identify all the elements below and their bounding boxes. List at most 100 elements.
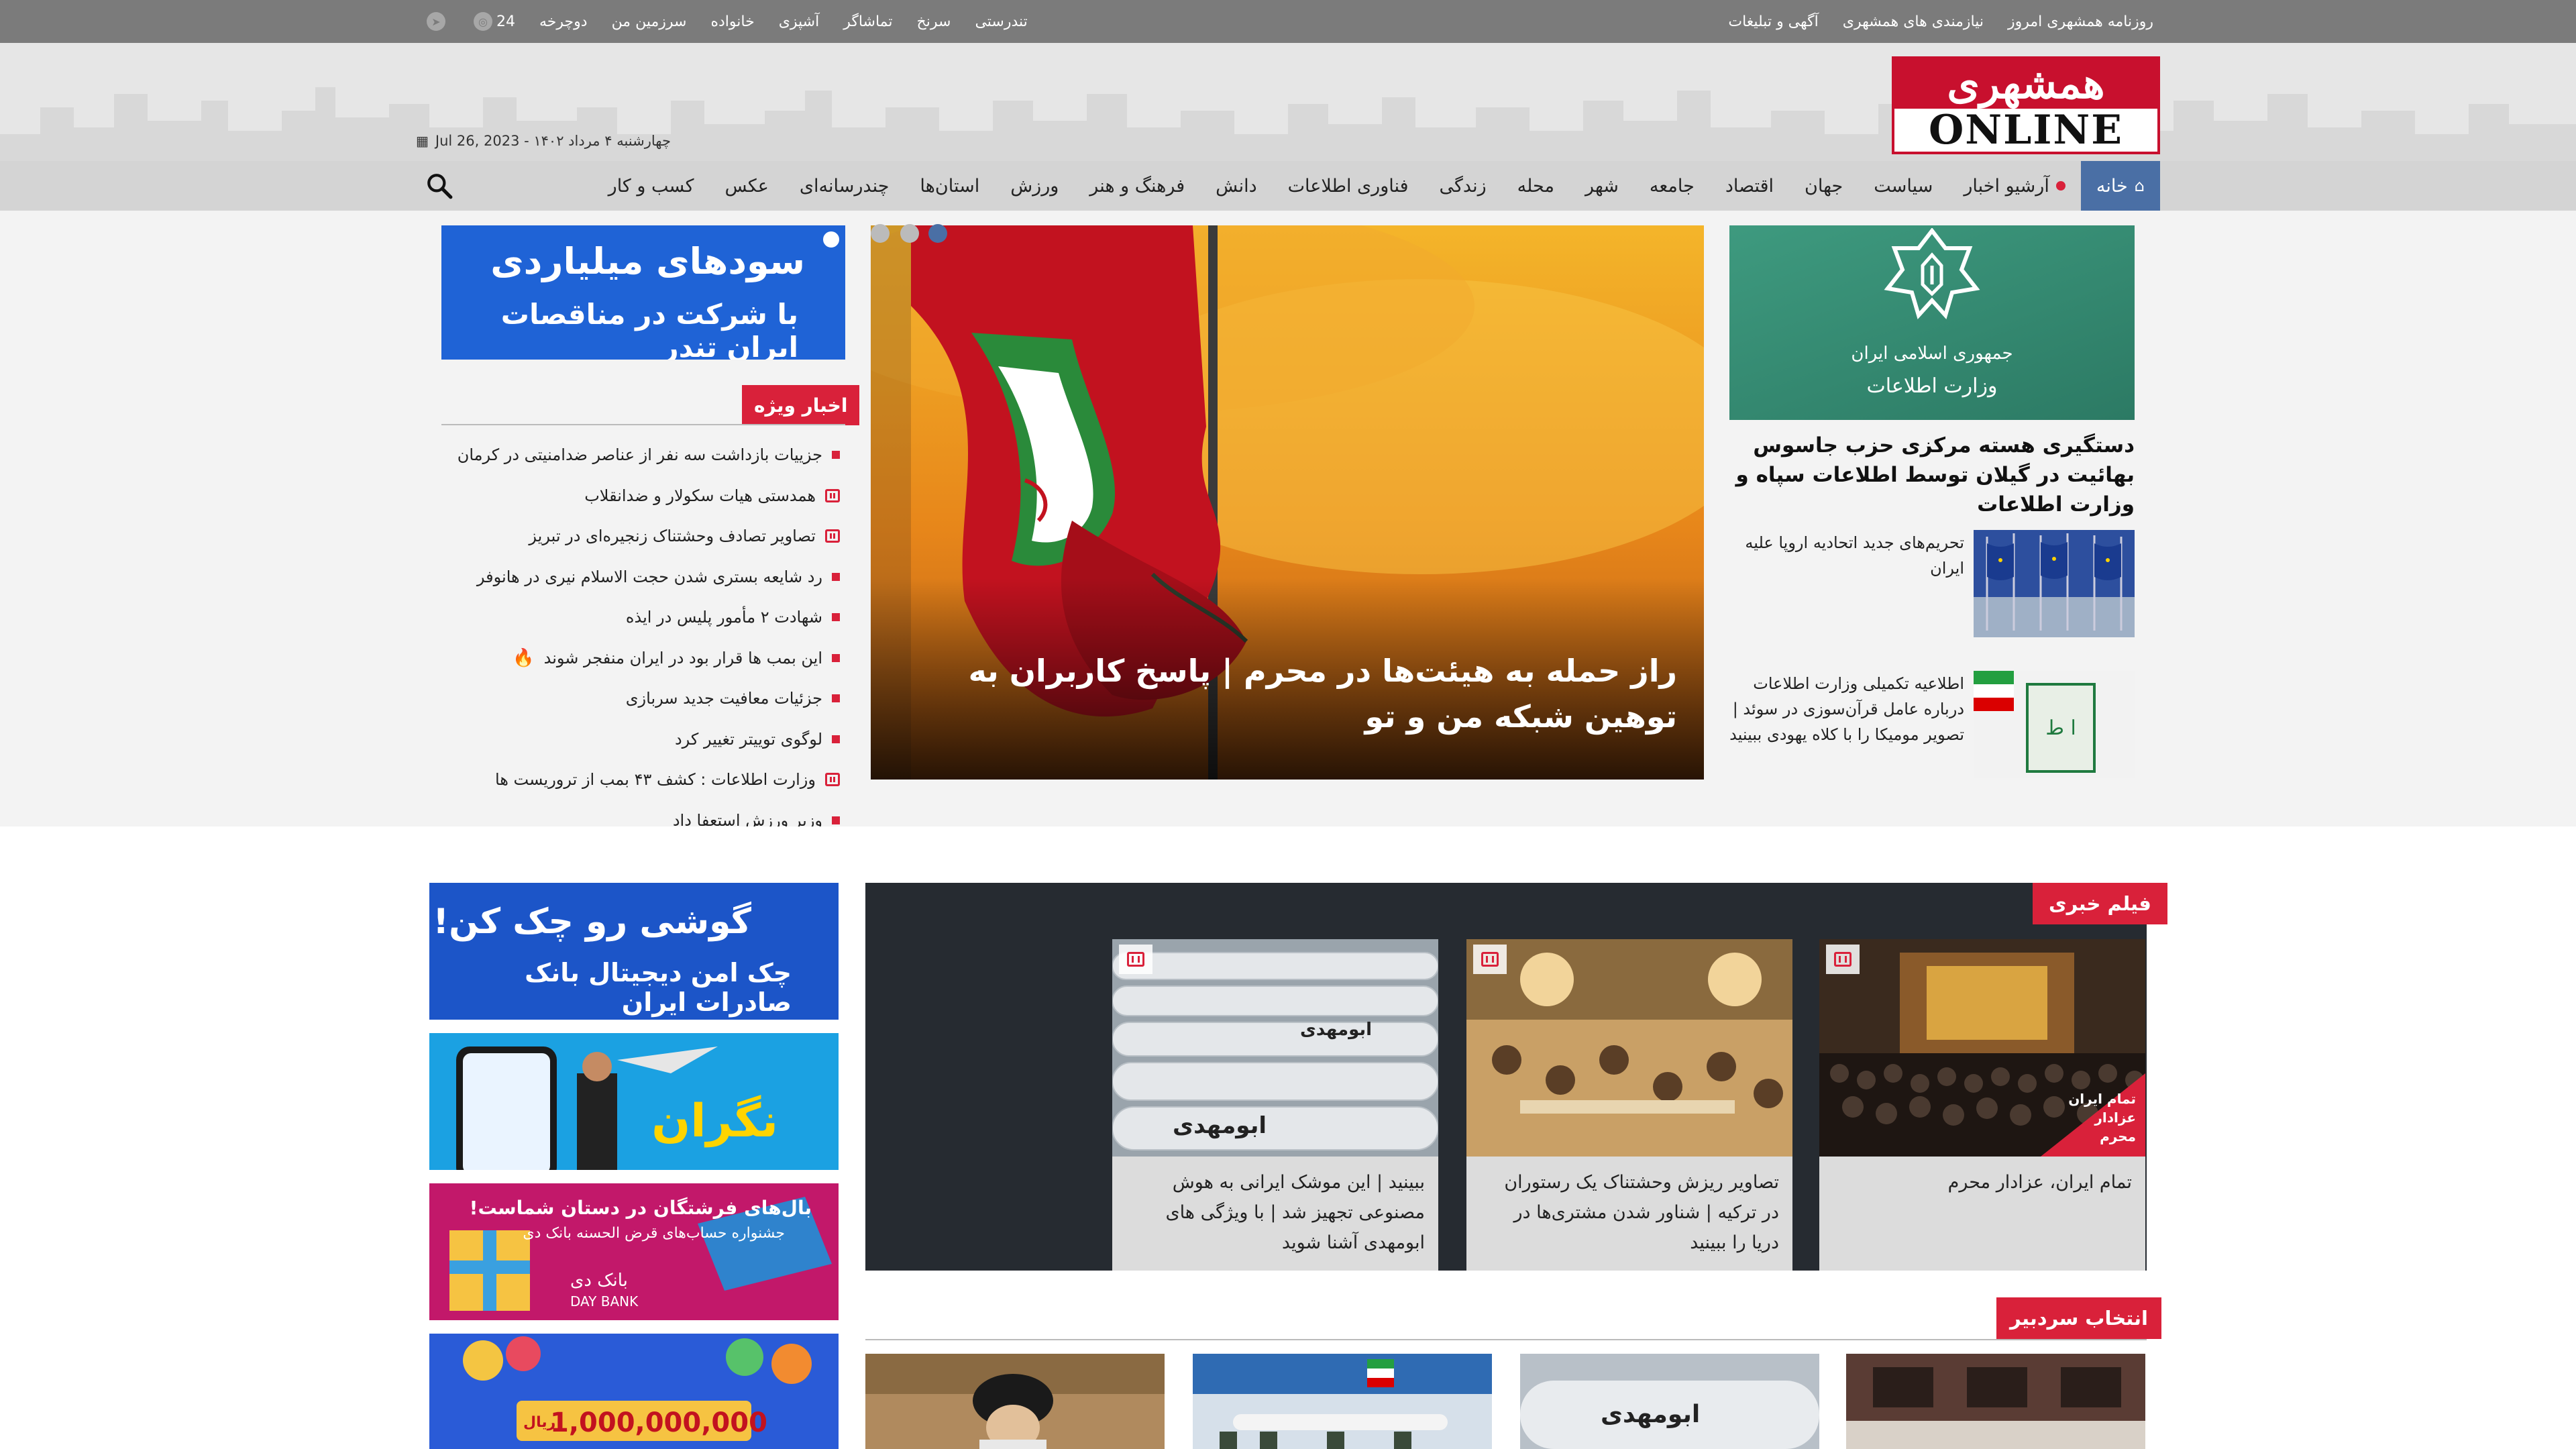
slider-dot-1[interactable] (928, 224, 947, 243)
nav-sport[interactable]: ورزش (995, 161, 1074, 211)
list-item-text: شهادت ۲ مأمور پلیس در ایذه (625, 608, 822, 627)
editors-choice-thumb[interactable] (865, 1354, 1165, 1449)
video-icon (1119, 945, 1152, 974)
telegram-icon[interactable]: ➤ (427, 12, 445, 31)
list-item-text: وزارت اطلاعات : کشف ۴۳ بمب از تروریست ها (494, 770, 816, 790)
nav-economy[interactable]: اقتصاد (1710, 161, 1789, 211)
nav-neighborhood[interactable]: محله (1502, 161, 1570, 211)
nav-items: ⌂ خانه آرشیو اخبار سیاست جهان اقتصاد جام… (593, 161, 2160, 211)
top-link-cooking[interactable]: آشپزی (779, 13, 820, 30)
video-thumbnail[interactable]: ابومهدی ابومهدی (1112, 939, 1438, 1157)
nav-label: خانه (2096, 175, 2128, 197)
slider-dot-3[interactable] (871, 224, 890, 243)
list-item[interactable]: تصاویر تصادف وحشتناک زنجیره‌ای در تبریز (441, 516, 845, 557)
ad-banner-app[interactable]: نگران (429, 1033, 839, 1170)
hero-slider[interactable]: راز حمله به هیئت‌ها در محرم | پاسخ کاربر… (871, 225, 1704, 780)
lead-story-image[interactable]: جمهوری اسلامی ایران وزارت اطلاعات (1729, 225, 2135, 420)
hero-title[interactable]: راز حمله به هیئت‌ها در محرم | پاسخ کاربر… (899, 648, 1677, 739)
nav-culture[interactable]: فرهنگ و هنر (1074, 161, 1200, 211)
top-link-family[interactable]: خانواده (710, 13, 754, 30)
side-story-image[interactable]: ا ط (1974, 671, 2135, 778)
lead-story[interactable]: جمهوری اسلامی ایران وزارت اطلاعات دستگیر… (1729, 225, 2135, 519)
side-story-image[interactable] (1974, 530, 2135, 637)
lead-image-text-1: جمهوری اسلامی ایران (1851, 343, 2013, 364)
list-item[interactable]: لوگوی توییتر تغییر کرد (441, 719, 845, 760)
top-link-my-land[interactable]: سرزمین من (612, 13, 687, 30)
nav-archive[interactable]: آرشیو اخبار (1948, 161, 2080, 211)
list-item[interactable]: وزارت اطلاعات : کشف ۴۳ بمب از تروریست ها (441, 759, 845, 800)
list-item-text: لوگوی توییتر تغییر کرد (674, 729, 822, 749)
side-story-title[interactable]: اطلاعیه تکمیلی وزارت اطلاعات درباره عامل… (1729, 671, 1964, 747)
site-logo[interactable]: همشهری ONLINE (1892, 56, 2160, 154)
nav-science[interactable]: دانش (1200, 161, 1272, 211)
ad-line-2: با شرکت در مناقصات ایران تندر (500, 298, 798, 360)
special-news-divider (441, 424, 845, 425)
list-item[interactable]: این بمب ها قرار بود در ایران منفجر شوند 🔥 (441, 638, 845, 679)
video-card[interactable]: تصاویر ریزش وحشتناک یک رستوران در ترکیه … (1466, 939, 1792, 1271)
nav-provinces[interactable]: استان‌ها (904, 161, 995, 211)
site-header: همشهری ONLINE چهارشنبه ۴ مرداد ۱۴۰۲ - Ju… (0, 43, 2576, 161)
top-link-clue[interactable]: سرنخ (917, 13, 951, 30)
side-story-title[interactable]: تحریم‌های جدید اتحادیه اروپا علیه ایران (1729, 530, 1964, 581)
side-story[interactable]: تحریم‌های جدید اتحادیه اروپا علیه ایران (1729, 530, 2135, 639)
editors-choice-thumb[interactable]: ابومهدی (1520, 1354, 1819, 1449)
video-card-caption[interactable]: تمام ایران، عزادار محرم (1837, 1167, 2132, 1197)
top-link-today-paper[interactable]: روزنامه همشهری امروز (2008, 13, 2153, 30)
list-item-text: جزئیات معافیت جدید سربازی (625, 689, 822, 708)
top-link-bicycle[interactable]: دوچرخه (539, 13, 588, 30)
lead-story-title[interactable]: دستگیری هسته مرکزی حزب جاسوس بهائیت در گ… (1729, 431, 2135, 519)
video-card-caption[interactable]: تصاویر ریزش وحشتناک یک رستوران در ترکیه … (1484, 1167, 1779, 1258)
nav-world[interactable]: جهان (1789, 161, 1858, 211)
list-item[interactable]: جزییات بازداشت سه نفر از عناصر ضدامنیتی … (441, 435, 845, 476)
bullet-icon (832, 613, 840, 622)
top-link-24[interactable]: 24 (496, 13, 515, 30)
nav-business[interactable]: کسب و کار (593, 161, 710, 211)
top-link-classifieds[interactable]: نیازمندی های همشهری (1843, 13, 1984, 30)
list-item[interactable]: رد شایعه بستری شدن حجت الاسلام نیری در ه… (441, 557, 845, 598)
video-card-caption[interactable]: ببینید | این موشک ایرانی به هوش مصنوعی ت… (1130, 1167, 1425, 1258)
bullet-icon (832, 572, 840, 581)
search-icon[interactable] (425, 172, 453, 200)
top-link-health[interactable]: تندرستی (975, 13, 1027, 30)
video-card[interactable]: تمام ایران عزادار محرم تمام ایران، عزادا… (1819, 939, 2145, 1271)
side-story[interactable]: ا ط اطلاعیه تکمیلی وزارت اطلاعات درباره … (1729, 671, 2135, 780)
editors-choice-image (1846, 1354, 2145, 1449)
nav-society[interactable]: جامعه (1634, 161, 1710, 211)
ad-banner-tender[interactable]: سودهای میلیاردی با شرکت در مناقصات ایران… (441, 225, 845, 360)
top-left-links: تندرستی سرنخ تماشاگر آشپزی خانواده سرزمی… (496, 0, 1028, 43)
video-thumbnail-overlay-text: تمام ایران عزادار محرم (2068, 1091, 2136, 1144)
instagram-icon[interactable]: ◎ (474, 12, 492, 31)
list-item[interactable]: شهادت ۲ مأمور پلیس در ایذه (441, 597, 845, 638)
nav-life[interactable]: زندگی (1424, 161, 1502, 211)
nav-home[interactable]: ⌂ خانه (2080, 161, 2160, 211)
list-item-text: رد شایعه بستری شدن حجت الاسلام نیری در ه… (476, 567, 822, 586)
editors-choice-thumb[interactable] (1846, 1354, 2145, 1449)
ad-prize-amount: 1,000,000,000 (550, 1407, 767, 1438)
list-item[interactable]: جزئیات معافیت جدید سربازی (441, 678, 845, 719)
svg-text:ا ط: ا ط (2045, 716, 2076, 740)
editors-choice-image (1193, 1354, 1492, 1449)
list-item[interactable]: همدستی هیات سکولار و ضدانقلاب (441, 476, 845, 517)
ad-info-icon[interactable] (821, 229, 841, 250)
editors-choice-image (865, 1354, 1165, 1449)
ad-banner-prize[interactable]: 1,000,000,000 ریال (429, 1334, 839, 1449)
ad-banner-saderat[interactable]: گوشی رو چک کن! چک امن دیجیتال بانک صادرا… (429, 883, 839, 1020)
top-link-advertising[interactable]: آگهی و تبلیغات (1728, 13, 1818, 30)
nav-politics[interactable]: سیاست (1858, 161, 1948, 211)
video-thumbnail[interactable]: تمام ایران عزادار محرم (1819, 939, 2145, 1157)
nav-multimedia[interactable]: چندرسانه‌ای (784, 161, 905, 211)
nav-city[interactable]: شهر (1570, 161, 1634, 211)
main-nav: ⌂ خانه آرشیو اخبار سیاست جهان اقتصاد جام… (0, 161, 2576, 211)
video-thumbnail[interactable] (1466, 939, 1792, 1157)
nav-photo[interactable]: عکس (709, 161, 784, 211)
video-thumbnail-image (1466, 939, 1792, 1157)
video-card[interactable]: ابومهدی ابومهدی ببینید | این موشک ایرانی… (1112, 939, 1438, 1271)
ad-banner-daybank[interactable]: بال‌های فرشتگان در دستان شماست! جشنواره … (429, 1183, 839, 1320)
top-link-spectator[interactable]: تماشاگر (843, 13, 892, 30)
nav-label: آرشیو اخبار (1964, 175, 2049, 197)
nav-it[interactable]: فناوری اطلاعات (1273, 161, 1424, 211)
skyline-decoration (0, 87, 2576, 161)
editors-choice-thumb[interactable] (1193, 1354, 1492, 1449)
editors-choice-divider (865, 1339, 2147, 1340)
slider-dot-2[interactable] (900, 224, 919, 243)
